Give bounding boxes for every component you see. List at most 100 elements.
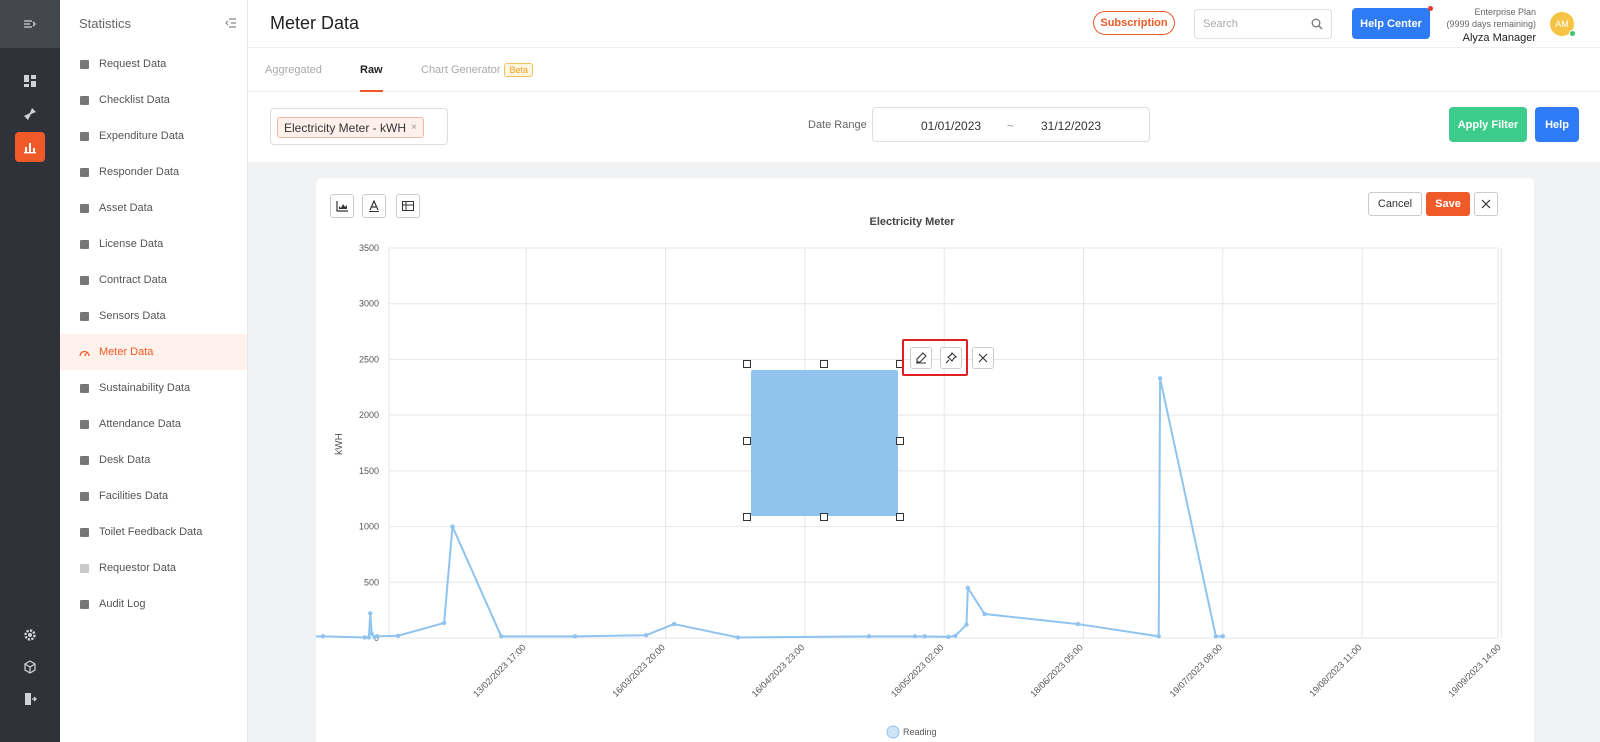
license-icon: [79, 239, 90, 250]
close-icon[interactable]: [1474, 192, 1498, 216]
legend-table-icon[interactable]: [396, 194, 420, 218]
x-tick-label: 19/09/2023 14:00: [1446, 642, 1503, 699]
sidebar-item-desk[interactable]: Desk Data: [60, 442, 247, 478]
edit-style-icon[interactable]: [910, 347, 932, 369]
search-input[interactable]: [1203, 18, 1303, 30]
help-button[interactable]: Help: [1535, 107, 1579, 142]
save-button[interactable]: Save: [1426, 192, 1470, 216]
logout-icon[interactable]: [15, 684, 45, 714]
data-point: [450, 524, 455, 529]
annotation-shape[interactable]: [751, 370, 898, 516]
date-to-value[interactable]: 31/12/2023: [1041, 119, 1101, 133]
date-from-value[interactable]: 01/01/2023: [921, 119, 981, 133]
sidebar-item-label: Expenditure Data: [99, 130, 184, 142]
data-point: [362, 635, 367, 640]
plan-info: Enterprise Plan (9999 days remaining) Al…: [1438, 6, 1536, 44]
cancel-button[interactable]: Cancel: [1368, 192, 1422, 216]
sidebar-item-request[interactable]: Request Data: [60, 46, 247, 82]
sidebar-item-license[interactable]: License Data: [60, 226, 247, 262]
remove-chip-icon[interactable]: ×: [411, 122, 417, 133]
date-range-picker[interactable]: 01/01/2023 ~ 31/12/2023: [872, 107, 1150, 142]
data-point: [953, 633, 958, 638]
resize-handle[interactable]: [896, 513, 904, 521]
data-point: [395, 633, 401, 638]
y-tick-label: 1500: [359, 466, 379, 476]
request-icon: [79, 59, 90, 70]
sidebar-item-label: Request Data: [99, 58, 167, 70]
y-tick-label: 500: [364, 577, 379, 587]
data-point: [1157, 376, 1163, 381]
cube-icon[interactable]: [15, 652, 45, 682]
sidebar-item-responder[interactable]: Responder Data: [60, 154, 247, 190]
chart-title: Electricity Meter: [870, 216, 956, 228]
data-point: [1213, 634, 1219, 639]
tab-aggregated[interactable]: Aggregated: [265, 48, 322, 92]
resize-handle[interactable]: [743, 360, 751, 368]
text-format-icon[interactable]: [362, 194, 386, 218]
sidebar-item-sensors[interactable]: Sensors Data: [60, 298, 247, 334]
remove-annotation-icon[interactable]: [972, 347, 994, 369]
tab-raw[interactable]: Raw: [360, 48, 383, 92]
sidebar-item-label: License Data: [99, 238, 164, 250]
x-tick-label: 19/07/2023 08:00: [1168, 642, 1225, 699]
collapse-sidebar-icon[interactable]: [221, 13, 241, 33]
data-point: [866, 634, 872, 639]
resize-handle[interactable]: [743, 513, 751, 521]
sidebar-item-toilet-feedback[interactable]: Toilet Feedback Data: [60, 514, 247, 550]
dashboard-icon[interactable]: [15, 66, 45, 96]
beta-badge: Beta: [504, 63, 533, 77]
help-center-label: Help Center: [1360, 17, 1422, 30]
settings-gear-icon[interactable]: [15, 620, 45, 650]
sidebar-item-expenditure[interactable]: Expenditure Data: [60, 118, 247, 154]
sidebar-item-sustainability[interactable]: Sustainability Data: [60, 370, 247, 406]
sidebar-item-facilities[interactable]: Facilities Data: [60, 478, 247, 514]
x-tick-label: 18/05/2023 02:00: [889, 642, 946, 699]
sidebar-item-label: Requestor Data: [99, 562, 177, 574]
chart-type-icon[interactable]: [330, 194, 354, 218]
resize-handle[interactable]: [743, 437, 751, 445]
y-tick-label: 3000: [359, 299, 379, 309]
expand-menu-icon[interactable]: [0, 0, 60, 48]
resize-handle[interactable]: [820, 360, 828, 368]
sidebar-item-requestor[interactable]: Requestor Data: [60, 550, 247, 586]
apply-filter-button[interactable]: Apply Filter: [1449, 107, 1527, 142]
sidebar-title: Statistics: [79, 15, 132, 31]
y-tick-label: 1000: [359, 522, 379, 532]
meter-select[interactable]: Electricity Meter - kWH ×: [270, 108, 448, 145]
date-separator: ~: [1007, 119, 1015, 133]
search-icon[interactable]: [1311, 18, 1323, 30]
help-center-button[interactable]: Help Center: [1352, 6, 1433, 39]
broom-icon[interactable]: [15, 99, 45, 129]
resize-handle[interactable]: [820, 513, 828, 521]
data-point: [1156, 634, 1161, 639]
sidebar-item-audit-log[interactable]: Audit Log: [60, 586, 247, 622]
x-tick-label: 19/08/2023 11:00: [1307, 642, 1363, 698]
y-tick-label: 2500: [359, 354, 379, 364]
sidebar-item-meter[interactable]: Meter Data: [60, 334, 247, 370]
resize-handle[interactable]: [896, 437, 904, 445]
meter-icon: [79, 347, 90, 358]
data-point: [1220, 634, 1225, 639]
avatar[interactable]: AM: [1550, 12, 1576, 37]
sidebar-item-contract[interactable]: Contract Data: [60, 262, 247, 298]
sidebar-item-asset[interactable]: Asset Data: [60, 190, 247, 226]
pin-icon[interactable]: [940, 347, 962, 369]
data-point: [643, 633, 649, 638]
data-point: [922, 634, 927, 639]
tab-chart-generator[interactable]: Chart Generator Beta: [421, 48, 533, 92]
sidebar-item-checklist[interactable]: Checklist Data: [60, 82, 247, 118]
legend-swatch: [886, 725, 900, 739]
sidebar-item-label: Facilities Data: [99, 490, 169, 502]
sidebar-item-attendance[interactable]: Attendance Data: [60, 406, 247, 442]
line-chart: Electricity Meter05001000150020002500300…: [316, 216, 1503, 739]
x-tick-label: 18/06/2023 05:00: [1028, 642, 1085, 699]
data-point: [912, 634, 918, 639]
data-point: [368, 611, 373, 616]
responder-icon: [79, 167, 90, 178]
subscription-button[interactable]: Subscription: [1093, 11, 1175, 35]
sidebar-item-label: Audit Log: [99, 598, 146, 610]
statistics-icon[interactable]: [15, 132, 45, 162]
sidebar-item-label: Toilet Feedback Data: [99, 526, 203, 538]
data-point: [499, 634, 504, 639]
expenditure-icon: [79, 131, 90, 142]
